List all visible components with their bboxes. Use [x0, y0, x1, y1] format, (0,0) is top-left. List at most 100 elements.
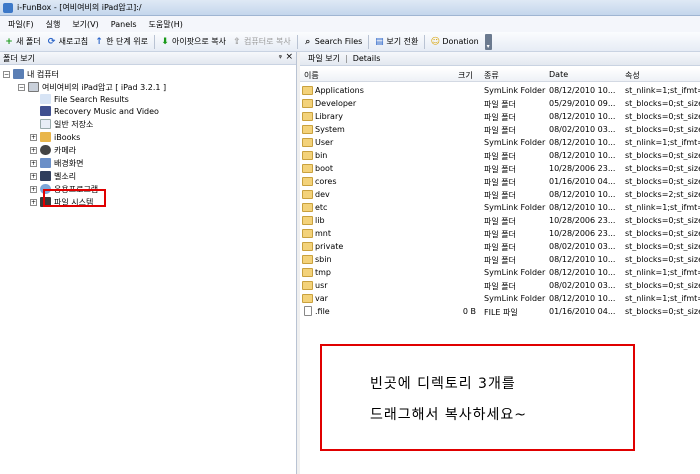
- cell-date: 08/02/2010 03...: [549, 242, 616, 251]
- cell-type: 파일 폴더: [484, 191, 516, 200]
- table-row[interactable]: var SymLink Folder 08/12/2010 10... st_nlin…: [300, 292, 700, 305]
- folder-view-panel: 폴더 보기 ᵠ × − 내 컴퓨터 − 여비여비의 iPad압고 [ iPad …: [0, 52, 297, 474]
- cell-date: 08/12/2010 10...: [549, 268, 616, 277]
- folder-icon: [302, 190, 313, 199]
- expand-icon[interactable]: +: [30, 172, 37, 180]
- table-row[interactable]: Developer 파일 폴더 05/29/2010 09... st_blocks=…: [300, 97, 700, 110]
- menu-panels[interactable]: Panels: [111, 20, 137, 29]
- menu-file[interactable]: 파일(F): [8, 19, 34, 30]
- file-system-highlight: [43, 189, 106, 207]
- table-row[interactable]: lib 파일 폴더 10/28/2006 23... st_blocks=0;st_s…: [300, 214, 700, 227]
- new-folder-button[interactable]: + 새 폴더: [4, 36, 40, 47]
- tree-node-file-search-results[interactable]: File Search Results: [40, 93, 129, 105]
- table-row[interactable]: boot 파일 폴더 10/28/2006 23... st_blocks=0;st_…: [300, 162, 700, 175]
- tree-node-general-storage[interactable]: 일반 저장소: [40, 118, 93, 130]
- tab-details[interactable]: Details: [353, 54, 381, 63]
- cell-type: 파일 폴더: [484, 256, 516, 265]
- cell-attributes: st_blocks=0;st_size=6: [625, 99, 700, 108]
- menu-help[interactable]: 도움말(H): [149, 19, 183, 30]
- tree-node-ibooks[interactable]: + iBooks: [30, 131, 80, 143]
- folder-icon: [302, 281, 313, 290]
- file-list: Applications SymLink Folder 08/12/2010 10.…: [300, 84, 700, 318]
- folder-icon: [302, 125, 313, 134]
- title-bar: i-FunBox - [여비여비의 iPad압고]:/: [0, 0, 700, 16]
- ipad-icon: [28, 82, 39, 92]
- cell-date: 08/12/2010 10...: [549, 190, 616, 199]
- donation-button[interactable]: ☺ Donation: [430, 37, 479, 47]
- cell-name: var: [315, 294, 328, 303]
- folder-icon: [302, 268, 313, 277]
- cell-date: 01/16/2010 04...: [549, 177, 616, 186]
- table-row[interactable]: bin 파일 폴더 08/12/2010 10... st_blocks=0;st_s…: [300, 149, 700, 162]
- cell-date: 10/28/2006 23...: [549, 216, 616, 225]
- copy-to-pc-button[interactable]: ⇪ 컴퓨터로 복사: [232, 36, 290, 47]
- expand-icon[interactable]: +: [30, 146, 37, 154]
- cell-name: .file: [315, 307, 330, 316]
- folder-icon: [302, 255, 313, 264]
- table-row[interactable]: Library 파일 폴더 08/12/2010 10... st_blocks=0;…: [300, 110, 700, 123]
- table-row[interactable]: .file 0 B FILE 파일 01/16/2010 04... st_blocks…: [300, 305, 700, 318]
- table-row[interactable]: System 파일 폴더 08/02/2010 03... st_blocks=0;s…: [300, 123, 700, 136]
- book-icon: [40, 132, 51, 142]
- tree-node-ringtones[interactable]: + 벨소리: [30, 170, 76, 182]
- cell-date: 05/29/2010 09...: [549, 99, 616, 108]
- app-icon: [3, 2, 13, 13]
- view-toggle-button[interactable]: ▤ 보기 전환: [374, 36, 418, 47]
- down-arrow-icon: ⬇: [161, 36, 169, 47]
- column-date[interactable]: Date: [549, 70, 568, 79]
- tab-file-view[interactable]: 파일 보기: [308, 53, 340, 64]
- cell-name: bin: [315, 151, 328, 160]
- table-row[interactable]: mnt 파일 폴더 10/28/2006 23... st_blocks=0;st_s…: [300, 227, 700, 240]
- expand-icon[interactable]: +: [30, 198, 37, 206]
- cell-type: 파일 폴더: [484, 152, 516, 161]
- tree-node-my-computer[interactable]: − 내 컴퓨터: [3, 68, 59, 80]
- cell-date: 08/02/2010 03...: [549, 125, 616, 134]
- table-row[interactable]: cores 파일 폴더 01/16/2010 04... st_blocks=0;st…: [300, 175, 700, 188]
- toolbar-overflow-button[interactable]: ▾: [484, 33, 492, 50]
- window-title: i-FunBox - [여비여비의 iPad압고]:/: [17, 3, 142, 12]
- menu-run[interactable]: 실행: [46, 19, 61, 30]
- expand-icon[interactable]: +: [30, 185, 37, 193]
- cell-date: 01/16/2010 04...: [549, 307, 616, 316]
- table-row[interactable]: Applications SymLink Folder 08/12/2010 10.…: [300, 84, 700, 97]
- close-icon[interactable]: ×: [285, 52, 293, 62]
- column-type[interactable]: 종류: [484, 70, 499, 81]
- pin-icon[interactable]: ᵠ: [279, 53, 282, 62]
- file-view-tabs: 파일 보기 | Details: [300, 52, 700, 66]
- collapse-icon[interactable]: −: [18, 83, 25, 91]
- expand-icon[interactable]: +: [30, 133, 37, 141]
- folder-icon: [302, 294, 313, 303]
- cell-attributes: st_blocks=0;st_size=2: [625, 242, 700, 251]
- cell-attributes: st_blocks=0;st_size=6: [625, 164, 700, 173]
- cell-type: 파일 폴더: [484, 100, 516, 109]
- column-name[interactable]: 이름: [304, 70, 319, 81]
- cell-name: dev: [315, 190, 330, 199]
- cell-name: private: [315, 242, 344, 251]
- table-row[interactable]: private 파일 폴더 08/02/2010 03... st_blocks=0;…: [300, 240, 700, 253]
- search-files-button[interactable]: ⌕ Search Files: [303, 37, 362, 47]
- cell-attributes: st_blocks=0;st_size=1: [625, 125, 700, 134]
- table-row[interactable]: usr 파일 폴더 08/02/2010 03... st_blocks=0;st_s…: [300, 279, 700, 292]
- column-attributes[interactable]: 속성: [625, 70, 640, 81]
- collapse-icon[interactable]: −: [3, 70, 10, 78]
- table-row[interactable]: sbin 파일 폴더 08/12/2010 10... st_blocks=0;st_…: [300, 253, 700, 266]
- tree-node-recovery-music-video[interactable]: Recovery Music and Video: [40, 105, 159, 117]
- table-row[interactable]: etc SymLink Folder 08/12/2010 10... st_nlin…: [300, 201, 700, 214]
- table-row[interactable]: tmp SymLink Folder 08/12/2010 10... st_nlin…: [300, 266, 700, 279]
- column-size[interactable]: 크기: [458, 70, 473, 81]
- table-row[interactable]: User SymLink Folder 08/12/2010 10... st_nli…: [300, 136, 700, 149]
- cell-date: 08/02/2010 03...: [549, 281, 616, 290]
- toolbar-separator: [368, 34, 370, 49]
- expand-icon[interactable]: +: [30, 159, 37, 167]
- tree-node-camera[interactable]: + 카메라: [30, 144, 76, 156]
- cell-date: 10/28/2006 23...: [549, 164, 616, 173]
- table-row[interactable]: dev 파일 폴더 08/12/2010 10... st_blocks=2;st_s…: [300, 188, 700, 201]
- menu-view[interactable]: 보기(V): [72, 19, 98, 30]
- refresh-button[interactable]: ⟳ 새로고침: [47, 36, 88, 47]
- copy-to-ipad-button[interactable]: ⬇ 아이팟으로 복사: [160, 36, 226, 47]
- tree-node-wallpaper[interactable]: + 배경화면: [30, 157, 83, 169]
- plus-icon: +: [5, 36, 13, 47]
- tree-node-device[interactable]: − 여비여비의 iPad압고 [ iPad 3.2.1 ]: [18, 81, 166, 93]
- cell-name: usr: [315, 281, 328, 290]
- up-level-button[interactable]: ↑ 한 단계 위로: [94, 36, 148, 47]
